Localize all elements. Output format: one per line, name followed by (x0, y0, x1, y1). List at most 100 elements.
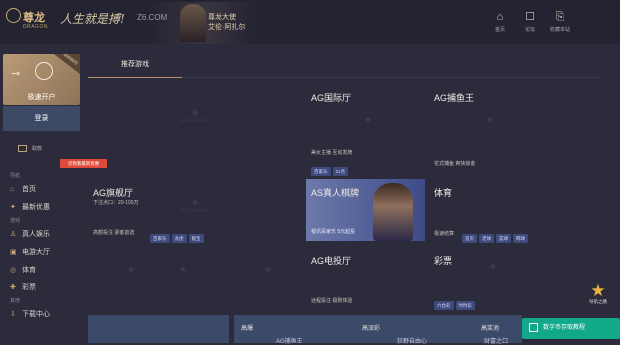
login-button[interactable]: 登录 (3, 106, 80, 131)
promo-ribbon: 送8888元 (54, 54, 80, 74)
tag-mark-six[interactable]: 六合彩 (434, 301, 454, 310)
game-title-lottery[interactable]: 彩票 (434, 254, 452, 267)
tag-home[interactable]: 首页 (462, 234, 477, 243)
guide-float-button[interactable]: ★ 导航之路 (587, 282, 609, 310)
game-sub-ag-international: 美女主播 互动发牌 (311, 150, 353, 156)
dragon-watermark: ◈ (127, 265, 135, 275)
high-payout-game[interactable]: 狂野自由心 (397, 336, 427, 345)
tag-baccarat[interactable]: 百家乐 (311, 167, 331, 176)
chat-icon: ☐ (525, 11, 535, 23)
sidebar-item-sports[interactable]: ◎ 体育 (10, 265, 36, 275)
lottery-icon: ✚ (10, 284, 16, 291)
high-burst-game[interactable]: AG捕鱼王 (276, 336, 303, 345)
download-icon: ⇩ (10, 311, 16, 318)
game-title-ag-phone-bet[interactable]: AG电投厅 (311, 254, 351, 267)
tag-row: 首页 足球 篮球 网球 (462, 227, 530, 245)
bookmark-icon: ⎘ (555, 11, 565, 23)
sidebar-item-promotions[interactable]: ✦ 最新优惠 (10, 202, 50, 212)
ball-icon: ◎ (10, 267, 17, 274)
tag-sicbo[interactable]: 骰宝 (188, 234, 204, 243)
tab-recommended[interactable]: 推荐游戏 (88, 56, 182, 78)
tag-row: 百家乐 龙虎 骰宝 (150, 227, 206, 245)
home-icon: ⌂ (10, 186, 15, 193)
tab-divider (182, 77, 602, 78)
gamepad-icon: ▣ (10, 249, 17, 256)
sidebar: 送8888元 ⊸ 极速开户 登录 取款 导航 ⌂ 首页 ✦ 最新优惠 游戏 ♙ … (0, 44, 82, 343)
forum-label: 论坛 (524, 27, 535, 33)
person-icon: ♙ (10, 231, 17, 238)
game-sub-ag-fishing: 花式捕鱼 爽快掠金 (434, 161, 476, 167)
ambassador-banner: 尊龙大使 艾伦·阿扎尔 (146, 2, 256, 44)
game-title-ag-flagship[interactable]: AG旗舰厅 (93, 186, 133, 199)
withdraw-link[interactable]: 取款 (18, 145, 42, 153)
tag-blackjack[interactable]: 21点 (332, 167, 349, 176)
top-bar: 尊龙 DRAGON 人生就是搏! 尊龙大使 艾伦·阿扎尔 Z6.COM ⌂ 首页… (0, 0, 620, 44)
game-sub-ag-phone-bet: 远程投注 极致体验 (311, 298, 353, 304)
logo-english: DRAGON (23, 24, 48, 30)
tag-tennis[interactable]: 网球 (513, 234, 528, 243)
home-link[interactable]: ⌂ 首页 (483, 11, 517, 33)
jackpot-panel: 高爆 AG捕鱼王 高派彩 狂野自由心 高奖池 财富之口 (234, 315, 522, 345)
game-title-ag-international[interactable]: AG国际厅 (311, 91, 351, 104)
game-title-ag-fishing[interactable]: AG捕鱼王 (434, 91, 474, 104)
star-icon: ★ (590, 281, 606, 300)
promo-tooltip[interactable]: 点我看最新优惠 (60, 159, 107, 168)
dragon-watermark: ◈ (264, 265, 272, 275)
dragon-watermark: ◈ (179, 265, 187, 275)
tag-baccarat[interactable]: 百家乐 (150, 234, 170, 243)
game-sub-as-live: 视讯百家乐 5元起投 (311, 229, 356, 235)
open-account-button[interactable]: 送8888元 ⊸ 极速开户 (3, 54, 80, 105)
sidebar-item-slots[interactable]: ▣ 电游大厅 (10, 247, 50, 257)
guide-label: 导航之路 (589, 299, 607, 304)
dealer-portrait (373, 183, 413, 241)
dragon-watermark: ◈ (364, 115, 372, 125)
logo-name: 尊龙 (23, 11, 45, 24)
section-head-games: 游戏 (10, 218, 21, 224)
house-icon: ⌂ (496, 11, 504, 23)
user-icon (35, 62, 53, 80)
high-burst-label: 高爆 (241, 326, 254, 332)
high-payout-label: 高派彩 (362, 326, 381, 332)
ambassador-name: 艾伦·阿扎尔 (208, 24, 246, 31)
home-label: 首页 (494, 27, 505, 33)
high-pool-game[interactable]: 财富之口 (484, 336, 508, 345)
ambassador-title: 尊龙大使 (208, 14, 236, 21)
tag-row: 百家乐 21点 (311, 160, 350, 178)
open-account-label: 极速开户 (27, 94, 56, 101)
arrow-key-icon: ⊸ (11, 68, 21, 80)
slogan: 人生就是搏! (60, 12, 125, 26)
tag-row: 六合彩 时时彩 (434, 294, 477, 312)
forum-link[interactable]: ☐ 论坛 (513, 11, 547, 33)
game-title-as-live: AS真人棋牌 (311, 188, 360, 198)
bookmark-link[interactable]: ⎘ 收藏本站 (543, 11, 577, 33)
gift-icon: ✦ (10, 204, 16, 211)
document-icon (529, 322, 538, 332)
tag-basketball[interactable]: 篮球 (496, 234, 511, 243)
dragon-watermark: ◈ DRAGON (180, 198, 210, 214)
logo[interactable]: 尊龙 DRAGON (6, 8, 54, 38)
tag-dragon-tiger[interactable]: 龙虎 (171, 234, 187, 243)
high-pool-label: 高奖池 (481, 326, 500, 332)
section-head-nav: 导航 (10, 173, 21, 179)
game-sub-sports: 极速结算 (434, 231, 455, 237)
sidebar-item-lottery[interactable]: ✚ 彩票 (10, 282, 36, 292)
dragon-emblem-icon (6, 8, 21, 23)
ambassador-portrait (180, 4, 206, 42)
tag-ssc[interactable]: 时时彩 (455, 301, 475, 310)
tag-football[interactable]: 足球 (479, 234, 494, 243)
wallet-icon (18, 145, 27, 153)
game-card-as-live[interactable]: AS真人棋牌 视讯百家乐 5元起投 (306, 179, 425, 241)
bookmark-label: 收藏本站 (549, 27, 570, 33)
game-betrange-ag-flagship: 下注点口：20-100万 (93, 200, 139, 206)
sidebar-item-home[interactable]: ⌂ 首页 (10, 184, 36, 194)
dragon-watermark: ◈ DRAGON (180, 108, 210, 124)
sidebar-item-downloads[interactable]: ⇩ 下载中心 (10, 309, 50, 319)
site-domain: Z6.COM (137, 13, 168, 22)
game-sub-ag-flagship: 高额投注 豪客首选 (93, 230, 135, 236)
game-title-sports[interactable]: 体育 (434, 186, 452, 199)
dragon-watermark: ◈ (486, 115, 494, 125)
dragon-watermark: ◈ (489, 262, 497, 272)
sidebar-item-live-casino[interactable]: ♙ 真人娱乐 (10, 229, 50, 239)
crypto-tutorial-button[interactable]: 数字币存取教程 (522, 318, 620, 339)
banner-panel[interactable] (88, 315, 229, 343)
